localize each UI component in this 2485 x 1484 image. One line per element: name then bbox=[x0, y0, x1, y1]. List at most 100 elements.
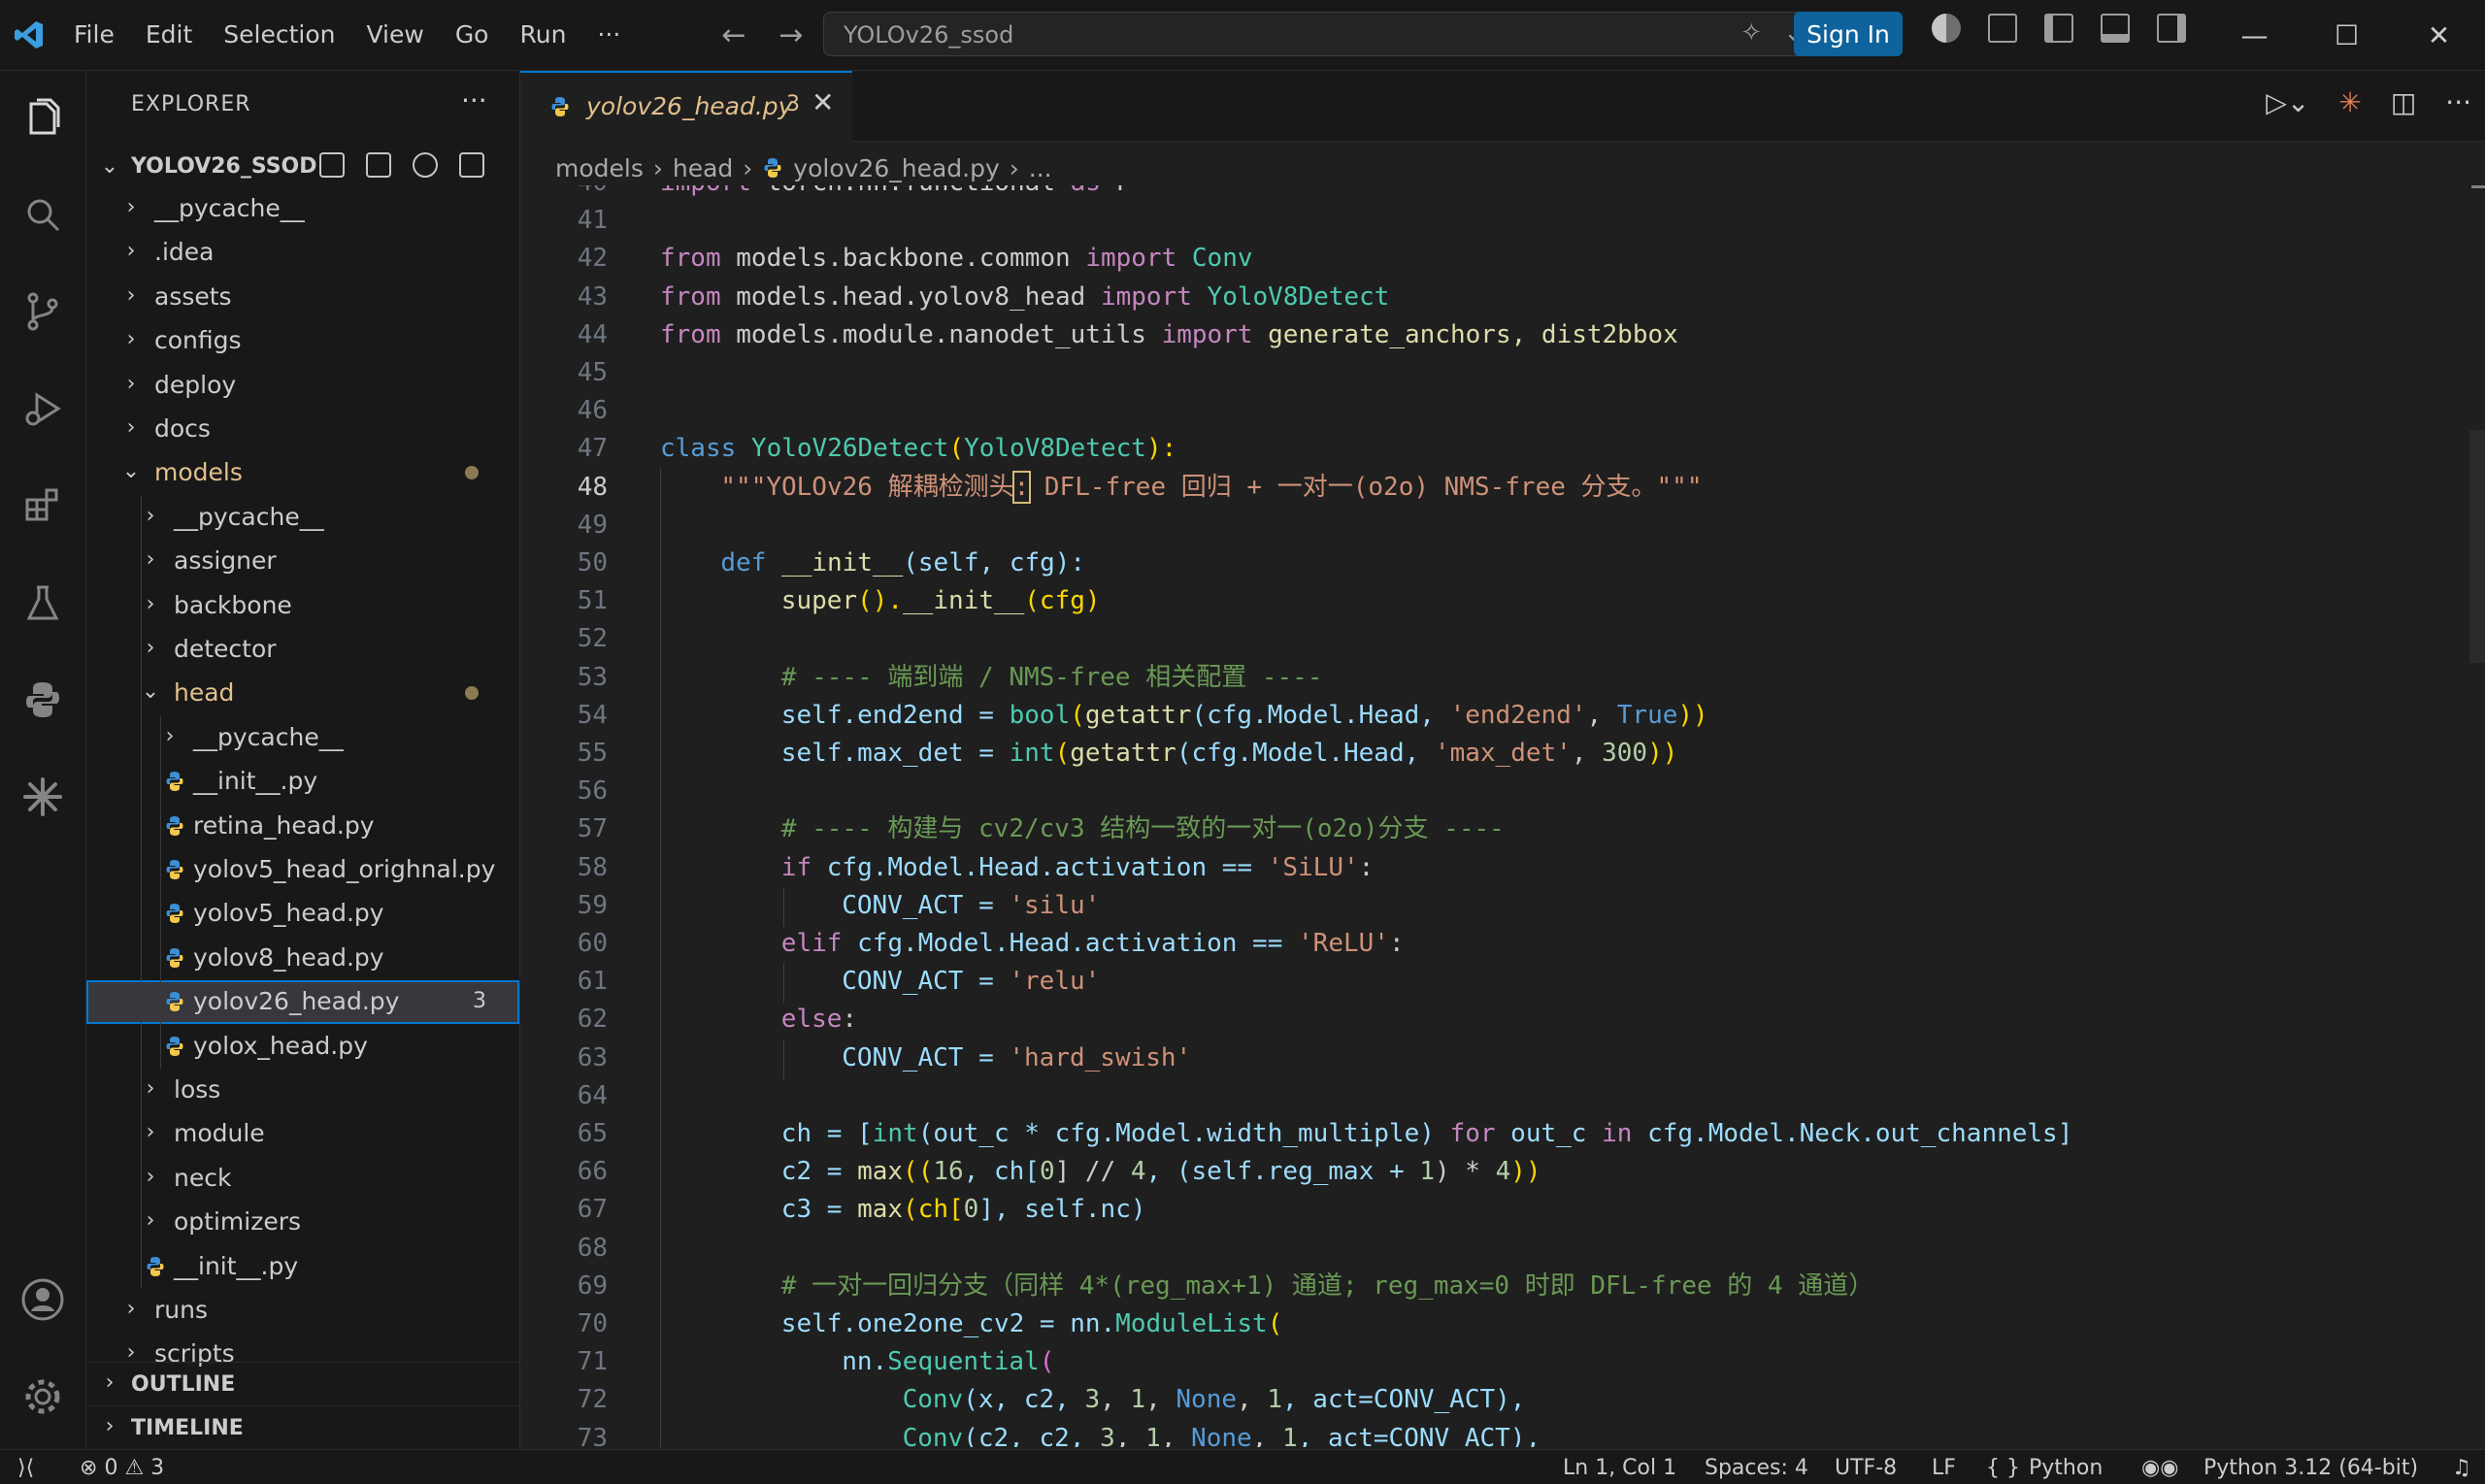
source-control-icon[interactable] bbox=[17, 286, 68, 337]
tree-folder-item[interactable]: › neck bbox=[86, 1157, 519, 1201]
tree-folder-item[interactable]: › runs bbox=[86, 1289, 519, 1333]
code-line[interactable]: 56 bbox=[520, 773, 2485, 810]
code-line[interactable]: 43 from models.head.yolov8_head import Yo… bbox=[520, 279, 2485, 316]
run-file-icon[interactable]: ▷⌄ bbox=[2266, 86, 2309, 118]
menu-run[interactable]: Run bbox=[504, 0, 581, 70]
code-line[interactable]: 59 CONV_ACT = 'silu' bbox=[520, 887, 2485, 925]
breadcrumb-models[interactable]: models bbox=[555, 154, 644, 182]
menu-more[interactable]: ··· bbox=[581, 0, 636, 70]
code-editor[interactable]: 40import torch.nn.functional as F4142fro… bbox=[520, 185, 2485, 1447]
notifications-bell-icon[interactable]: ♫ bbox=[2452, 1456, 2471, 1480]
cursor-position[interactable]: Ln 1, Col 1 bbox=[1563, 1456, 1676, 1480]
toggle-primary-sidebar-icon[interactable] bbox=[2044, 14, 2073, 43]
tree-file-item[interactable]: __init__.py bbox=[86, 760, 519, 804]
more-actions-icon[interactable]: ··· bbox=[2445, 86, 2471, 118]
tree-folder-item[interactable]: › assets bbox=[86, 276, 519, 319]
code-line[interactable]: 54 self.end2end = bool(getattr(cfg.Model.… bbox=[520, 697, 2485, 735]
explorer-files-icon[interactable] bbox=[17, 92, 68, 143]
run-debug-icon[interactable] bbox=[17, 383, 68, 434]
forward-arrow-icon[interactable]: → bbox=[779, 18, 803, 52]
code-line[interactable]: 71 nn.Sequential( bbox=[520, 1343, 2485, 1381]
extensions-icon[interactable] bbox=[17, 480, 68, 531]
customize-layout-icon[interactable] bbox=[1988, 14, 2017, 43]
remote-icon[interactable]: ⟩⟨ bbox=[17, 1456, 34, 1480]
tree-file-item[interactable]: __init__.py bbox=[86, 1245, 519, 1289]
tree-folder-item[interactable]: ⌄ head bbox=[86, 672, 519, 715]
code-line[interactable]: 46 bbox=[520, 392, 2485, 430]
problems-indicator[interactable]: ⊗ 0 ⚠ 3 bbox=[80, 1456, 164, 1480]
menu-edit[interactable]: Edit bbox=[130, 0, 208, 70]
code-line[interactable]: 70 self.one2one_cv2 = nn.ModuleList( bbox=[520, 1305, 2485, 1343]
new-file-icon[interactable] bbox=[319, 152, 345, 178]
menu-view[interactable]: View bbox=[350, 0, 439, 70]
tree-folder-item[interactable]: › module bbox=[86, 1112, 519, 1156]
copilot-chat-icon[interactable]: ✧ bbox=[1740, 18, 1762, 48]
code-line[interactable]: 63 CONV_ACT = 'hard_swish' bbox=[520, 1039, 2485, 1077]
code-line[interactable]: 73 Conv(c2, c2, 3, 1, None, 1, act=CONV_A… bbox=[520, 1420, 2485, 1447]
code-line[interactable]: 48 """YOLOv26 解耦检测头: DFL-free 回归 + 一对一(o2… bbox=[520, 469, 2485, 507]
editor-scrollbar[interactable] bbox=[2469, 430, 2485, 663]
breadcrumb-symbol[interactable]: ... bbox=[1029, 154, 1052, 182]
tree-folder-item[interactable]: › docs bbox=[86, 408, 519, 451]
close-window-icon[interactable]: ✕ bbox=[2393, 0, 2485, 70]
code-line[interactable]: 50 def __init__(self, cfg): bbox=[520, 544, 2485, 582]
explorer-more-actions-icon[interactable]: ··· bbox=[461, 84, 487, 116]
account-icon[interactable] bbox=[17, 1274, 68, 1325]
maximize-icon[interactable]: ☐ bbox=[2301, 0, 2393, 70]
code-line[interactable]: 68 bbox=[520, 1230, 2485, 1268]
tree-file-item[interactable]: yolov8_head.py bbox=[86, 937, 519, 980]
tree-folder-item[interactable]: › backbone bbox=[86, 584, 519, 628]
menu-selection[interactable]: Selection bbox=[208, 0, 350, 70]
tree-folder-item[interactable]: › .idea bbox=[86, 231, 519, 275]
toggle-panel-icon[interactable] bbox=[2101, 14, 2130, 43]
code-line[interactable]: 47 class YoloV26Detect(YoloV8Detect): bbox=[520, 430, 2485, 468]
code-line[interactable]: 67 c3 = max(ch[0], self.nc) bbox=[520, 1191, 2485, 1229]
tree-folder-item[interactable]: › __pycache__ bbox=[86, 187, 519, 231]
code-line[interactable]: 72 Conv(x, c2, 3, 1, None, 1, act=CONV_AC… bbox=[520, 1381, 2485, 1419]
menu-go[interactable]: Go bbox=[440, 0, 505, 70]
tree-folder-item[interactable]: › assigner bbox=[86, 540, 519, 583]
tree-file-item[interactable]: yolov5_head_orighnal.py bbox=[86, 848, 519, 892]
code-line[interactable]: 60 elif cfg.Model.Head.activation == 'ReL… bbox=[520, 925, 2485, 963]
code-line[interactable]: 61 CONV_ACT = 'relu' bbox=[520, 963, 2485, 1001]
code-line[interactable]: 62 else: bbox=[520, 1001, 2485, 1039]
search-icon[interactable] bbox=[17, 189, 68, 240]
breadcrumb-file[interactable]: yolov26_head.py bbox=[793, 154, 999, 182]
workspace-root[interactable]: ⌄ YOLOV26_SSOD bbox=[86, 145, 519, 187]
timeline-section[interactable]: › TIMELINE bbox=[86, 1405, 519, 1449]
close-tab-icon[interactable]: ✕ bbox=[812, 86, 834, 118]
collapse-all-icon[interactable] bbox=[459, 152, 484, 178]
code-line[interactable]: 52 bbox=[520, 620, 2485, 658]
code-line[interactable]: 45 bbox=[520, 354, 2485, 392]
python-interpreter[interactable]: Python 3.12 (64-bit) bbox=[2203, 1456, 2418, 1480]
settings-gear-icon[interactable] bbox=[17, 1371, 68, 1422]
code-line[interactable]: 69 # 一对一回归分支（同样 4*(reg_max+1) 通道; reg_max… bbox=[520, 1268, 2485, 1305]
claude-code-icon[interactable]: ✳ bbox=[2338, 86, 2361, 118]
code-line[interactable]: 55 self.max_det = int(getattr(cfg.Model.H… bbox=[520, 735, 2485, 773]
end-of-line[interactable]: LF bbox=[1932, 1456, 1956, 1480]
code-line[interactable]: 51 super().__init__(cfg) bbox=[520, 582, 2485, 620]
tree-file-item[interactable]: retina_head.py bbox=[86, 805, 519, 848]
indentation[interactable]: Spaces: 4 bbox=[1705, 1456, 1808, 1480]
tree-file-item[interactable]: yolox_head.py bbox=[86, 1025, 519, 1069]
tree-folder-item[interactable]: › loss bbox=[86, 1069, 519, 1112]
tab-yolov26-head[interactable]: yolov26_head.py 3 ✕ bbox=[520, 71, 852, 142]
sign-in-button[interactable]: Sign In bbox=[1794, 12, 1903, 56]
code-line[interactable]: 49 bbox=[520, 507, 2485, 544]
outline-section[interactable]: › OUTLINE bbox=[86, 1362, 519, 1405]
code-line[interactable]: 42 from models.backbone.common import Con… bbox=[520, 240, 2485, 278]
new-folder-icon[interactable] bbox=[366, 152, 391, 178]
back-arrow-icon[interactable]: ← bbox=[721, 18, 746, 52]
tree-folder-item[interactable]: › deploy bbox=[86, 364, 519, 408]
encoding[interactable]: UTF-8 bbox=[1835, 1456, 1897, 1480]
code-line[interactable]: 40 import torch.nn.functional as F bbox=[520, 185, 2485, 202]
code-line[interactable]: 66 c2 = max((16, ch[0] // 4, (self.reg_ma… bbox=[520, 1153, 2485, 1191]
split-editor-icon[interactable]: ◫ bbox=[2391, 86, 2416, 118]
code-line[interactable]: 64 bbox=[520, 1077, 2485, 1115]
tree-file-item[interactable]: yolov26_head.py 3 bbox=[86, 980, 519, 1025]
testing-flask-icon[interactable] bbox=[17, 577, 68, 628]
tree-folder-item[interactable]: › __pycache__ bbox=[86, 496, 519, 540]
code-line[interactable]: 41 bbox=[520, 202, 2485, 240]
command-center-search[interactable]: YOLOv26_ssod ✧ ⌄ bbox=[823, 12, 1817, 56]
code-line[interactable]: 65 ch = [int(out_c * cfg.Model.width_mult… bbox=[520, 1115, 2485, 1153]
